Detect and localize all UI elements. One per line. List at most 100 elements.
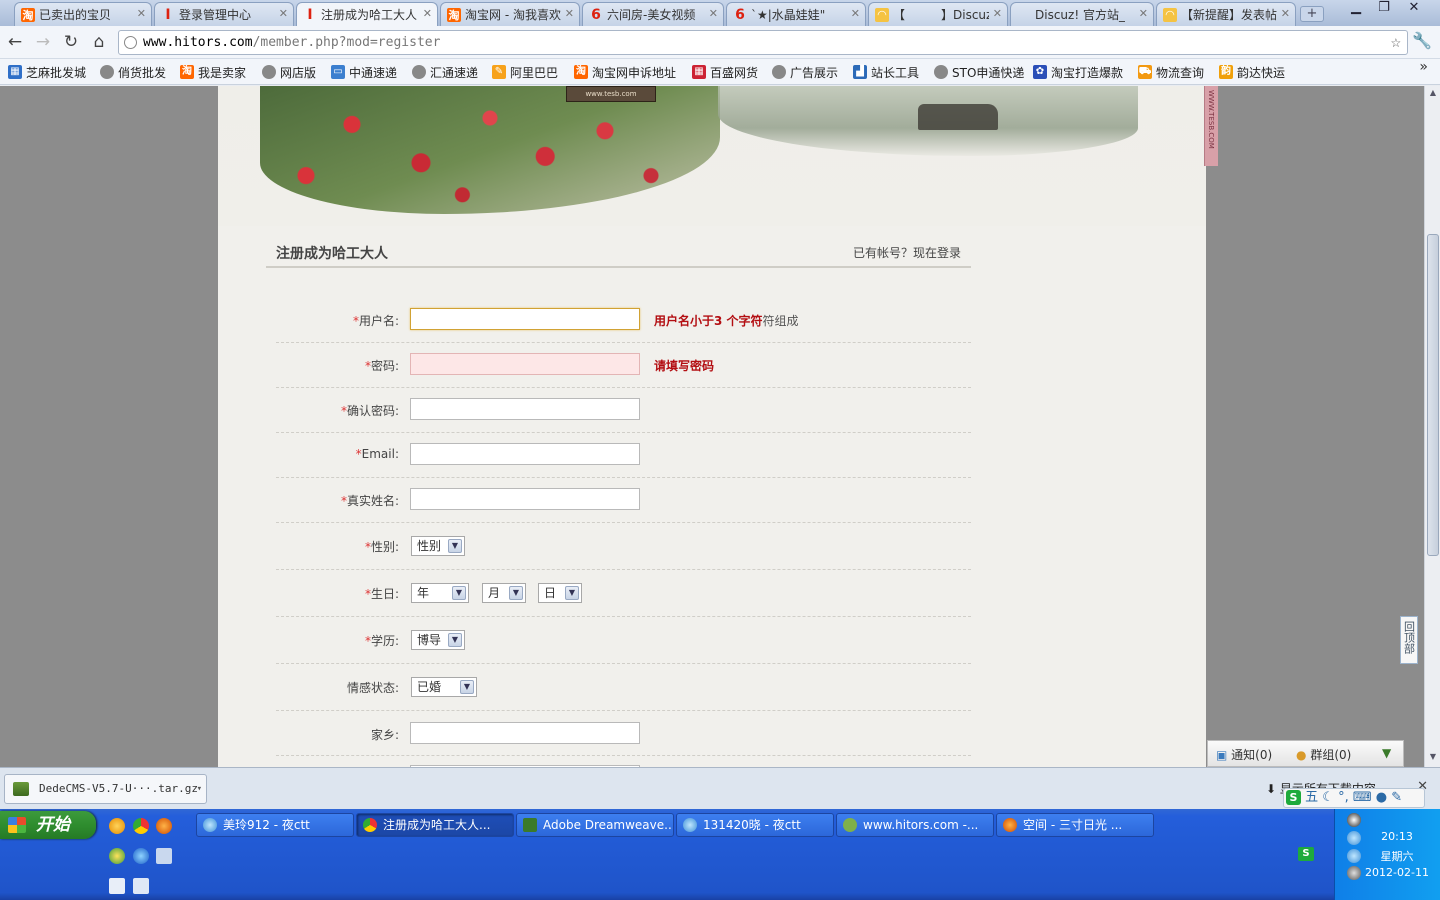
bookmark-appeal[interactable]: 淘淘宝网申诉地址 bbox=[574, 63, 676, 81]
scrollbar-thumb[interactable] bbox=[1427, 234, 1439, 556]
task-qq-chat-1[interactable]: 美玲912 - 夜ctt bbox=[196, 813, 354, 837]
discuz-icon: ◠ bbox=[875, 7, 889, 22]
scroll-down-icon[interactable]: ▼ bbox=[1427, 752, 1439, 766]
bookmark-huitong[interactable]: 汇通速递 bbox=[412, 63, 478, 81]
task-firefox[interactable]: 空间 - 三寸日光 ... bbox=[996, 813, 1154, 837]
computer-icon[interactable] bbox=[156, 848, 172, 864]
tab-discuz-official[interactable]: Discuz! 官方站_ ✕ bbox=[1010, 2, 1154, 26]
birth-year-select[interactable]: 年 ▼ bbox=[411, 583, 469, 603]
tab-crystal-doll[interactable]: 6 `★|水晶娃娃" ✕ bbox=[726, 2, 866, 26]
close-icon[interactable]: ✕ bbox=[1281, 7, 1290, 20]
dede-icon: I bbox=[165, 6, 171, 23]
moon-icon: ☾ bbox=[1322, 790, 1334, 805]
chevron-down-icon[interactable]: ▼ bbox=[1382, 746, 1391, 760]
chrome-icon[interactable] bbox=[133, 818, 149, 834]
qq-browser-icon[interactable] bbox=[109, 818, 125, 834]
bookmark-yunda[interactable]: 韵韵达快运 bbox=[1219, 63, 1285, 81]
relationship-select[interactable]: 已婚 ▼ bbox=[411, 677, 477, 697]
bookmark-webmaster[interactable]: ▟ 站长工具 bbox=[853, 63, 919, 81]
reload-icon[interactable]: ↻ bbox=[60, 31, 82, 53]
window-close-icon[interactable]: ✕ bbox=[1400, 0, 1428, 20]
bookmark-shop-edition[interactable]: 网店版 bbox=[262, 63, 316, 81]
ime-toolbar[interactable]: S 五 ☾ °, ⌨ ● ✎ bbox=[1283, 788, 1425, 808]
sogou-tray-icon[interactable]: S bbox=[1298, 847, 1314, 861]
email-label: *Email: bbox=[355, 447, 399, 461]
password-input[interactable] bbox=[410, 353, 640, 375]
tab-discuz-1[interactable]: ◠ 【 】Discuz ✕ bbox=[868, 2, 1008, 26]
gender-select[interactable]: 性别 ▼ bbox=[411, 536, 465, 556]
explorer-icon[interactable] bbox=[133, 878, 149, 894]
scroll-up-icon[interactable]: ▲ bbox=[1427, 88, 1439, 102]
bookmark-qiaohuo[interactable]: 俏货批发 bbox=[100, 63, 166, 81]
tab-strip: 淘 已卖出的宝贝 ✕ I 登录管理中心 ✕ I 注册成为哈工大人 ✕ 淘 淘宝网… bbox=[0, 0, 1440, 26]
user-icon: ● bbox=[1375, 790, 1388, 805]
group-link[interactable]: ● 群组(0) bbox=[1296, 746, 1351, 763]
close-icon[interactable]: ✕ bbox=[709, 7, 718, 20]
bookmark-ads[interactable]: 广告展示 bbox=[772, 63, 838, 81]
minimize-icon[interactable]: ▁ bbox=[1342, 0, 1370, 20]
hometown-input[interactable] bbox=[410, 722, 640, 744]
task-chrome[interactable]: 注册成为哈工大人... bbox=[356, 813, 514, 837]
close-icon[interactable]: ✕ bbox=[423, 7, 432, 20]
close-icon[interactable]: ✕ bbox=[279, 7, 288, 20]
close-icon[interactable]: ✕ bbox=[565, 7, 574, 20]
confirm-password-input[interactable] bbox=[410, 398, 640, 420]
birth-month-select[interactable]: 月 ▼ bbox=[482, 583, 526, 603]
chevron-down-icon[interactable]: ▾ bbox=[197, 775, 202, 803]
tab-register[interactable]: I 注册成为哈工大人 ✕ bbox=[296, 2, 438, 26]
tab-new-reminder[interactable]: ◠ 【新提醒】发表帖 ✕ bbox=[1156, 2, 1296, 26]
login-link[interactable]: 已有帐号？现在登录 bbox=[853, 244, 961, 261]
tab-6rooms[interactable]: 6 六间房-美女视频 ✕ bbox=[582, 2, 724, 26]
address-bar[interactable]: www.hitors.com/member.php?mod=register ☆ bbox=[118, 30, 1408, 55]
task-qq-chat-2[interactable]: 131420晓 - 夜ctt bbox=[676, 813, 834, 837]
bookmark-zhima[interactable]: ▦ 芝麻批发城 bbox=[8, 63, 86, 81]
tab-taobao[interactable]: 淘 淘宝网 - 淘我喜欢 ✕ bbox=[440, 2, 580, 26]
bookmark-baisheng[interactable]: ▦ 百盛网货 bbox=[692, 63, 758, 81]
more-bookmarks-icon[interactable]: » bbox=[1419, 59, 1428, 75]
task-dreamweaver[interactable]: Adobe Dreamweave... bbox=[516, 813, 674, 837]
new-tab-button[interactable]: + bbox=[1300, 6, 1324, 22]
header-banner: www.tesb.com WWW.TESB.COM bbox=[218, 86, 1218, 226]
side-tag[interactable]: WWW.TESB.COM bbox=[1204, 86, 1218, 166]
globe-icon bbox=[124, 36, 137, 49]
360-icon[interactable] bbox=[109, 848, 125, 864]
forward-arrow-icon[interactable]: → bbox=[32, 31, 54, 53]
birthday-row: *生日: 年 ▼ 月 ▼ 日 ▼ bbox=[276, 570, 971, 617]
bookmark-seller[interactable]: 淘我是卖家 bbox=[180, 63, 246, 81]
start-button[interactable]: 开始 bbox=[0, 811, 96, 839]
education-select[interactable]: 博导 ▼ bbox=[411, 630, 465, 650]
bookmark-alibaba[interactable]: ✎ 阿里巴巴 bbox=[492, 63, 558, 81]
bookmark-hot-items[interactable]: ✿ 淘宝打造爆款 bbox=[1033, 63, 1123, 81]
close-icon[interactable]: ✕ bbox=[851, 7, 860, 20]
bookmark-sto[interactable]: STO申通快递 bbox=[934, 63, 1024, 81]
group-icon: ● bbox=[1296, 748, 1307, 762]
back-to-top-button[interactable]: 回顶部 bbox=[1400, 616, 1418, 664]
home-icon[interactable]: ⌂ bbox=[88, 31, 110, 53]
keyboard-icon: ⌨ bbox=[1352, 790, 1372, 805]
back-arrow-icon[interactable]: ← bbox=[4, 31, 26, 53]
download-item[interactable]: DedeCMS-V5.7-U···.tar.gz ▾ bbox=[4, 774, 207, 804]
close-icon[interactable]: ✕ bbox=[1139, 7, 1148, 20]
wrench-icon[interactable]: 🔧 bbox=[1412, 31, 1432, 50]
close-icon[interactable]: ✕ bbox=[993, 7, 1002, 20]
tab-sold-items[interactable]: 淘 已卖出的宝贝 ✕ bbox=[14, 2, 152, 26]
firefox-icon[interactable] bbox=[156, 818, 172, 834]
qq-penguin-icon[interactable] bbox=[1347, 813, 1361, 827]
notice-link[interactable]: ▣ 通知(0) bbox=[1216, 746, 1272, 763]
restore-icon[interactable]: ❐ bbox=[1370, 0, 1398, 20]
bookmark-star-icon[interactable]: ☆ bbox=[1391, 31, 1401, 54]
birth-day-select[interactable]: 日 ▼ bbox=[538, 583, 582, 603]
task-ftp[interactable]: www.hitors.com -... bbox=[836, 813, 994, 837]
clock-time[interactable]: 20:13 bbox=[1335, 830, 1440, 843]
desktop-icon[interactable] bbox=[109, 878, 125, 894]
realname-input[interactable] bbox=[410, 488, 640, 510]
close-icon[interactable]: ✕ bbox=[137, 7, 146, 20]
username-input[interactable] bbox=[410, 308, 640, 330]
bookmark-logistics[interactable]: ⛟ 物流查询 bbox=[1138, 63, 1204, 81]
bookmark-zto[interactable]: ▭ 中通速递 bbox=[331, 63, 397, 81]
email-field[interactable] bbox=[410, 443, 640, 465]
ie-icon[interactable] bbox=[133, 848, 149, 864]
username-label: *用户名: bbox=[352, 314, 399, 328]
tab-admin-login[interactable]: I 登录管理中心 ✕ bbox=[154, 2, 294, 26]
vertical-scrollbar[interactable]: ▲ ▼ bbox=[1424, 86, 1440, 767]
